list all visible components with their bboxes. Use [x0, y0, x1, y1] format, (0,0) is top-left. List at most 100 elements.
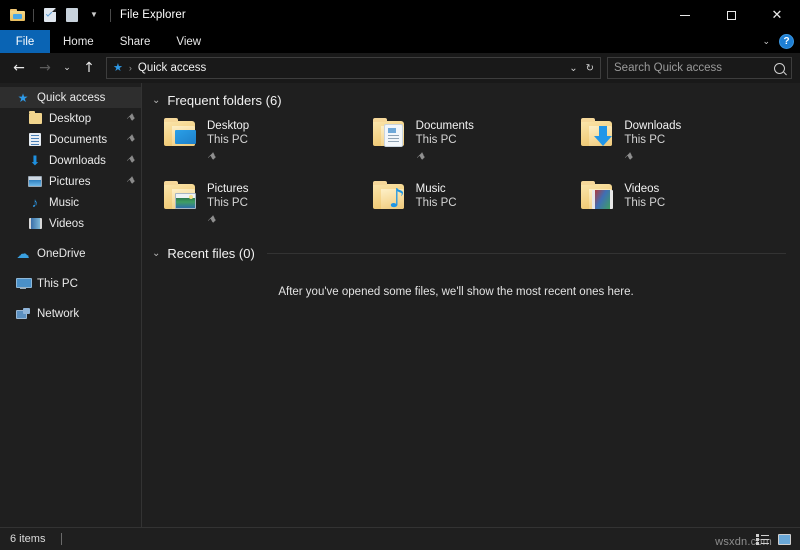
- recent-locations-icon[interactable]: ⌄: [58, 56, 76, 80]
- sidebar-item-label: Music: [49, 196, 80, 209]
- sidebar-item-downloads[interactable]: ⬇ Downloads ⚑: [0, 150, 141, 171]
- tab-file-label: File: [15, 35, 35, 48]
- onedrive-icon: ☁: [16, 246, 30, 261]
- sidebar-item-label: Desktop: [49, 112, 92, 125]
- sidebar-item-this-pc[interactable]: This PC: [0, 273, 141, 294]
- pictures-icon: [26, 176, 44, 187]
- chevron-down-icon[interactable]: ⌄: [152, 95, 160, 106]
- folder-tile-pictures[interactable]: Pictures This PC ⚑: [164, 181, 373, 228]
- frequent-folders-header[interactable]: ⌄ Frequent folders (6): [142, 93, 800, 108]
- monitor-overlay-icon: [175, 130, 196, 144]
- sidebar-item-label: This PC: [37, 277, 78, 290]
- sidebar-item-videos[interactable]: Videos: [0, 213, 141, 234]
- sidebar-item-pictures[interactable]: Pictures ⚑: [0, 171, 141, 192]
- folder-tile-music[interactable]: ♪ Music This PC: [372, 181, 582, 228]
- tab-file[interactable]: File: [0, 30, 50, 53]
- item-count: 6 items: [10, 533, 46, 545]
- sidebar-item-label: Quick access: [37, 91, 106, 104]
- section-title: Frequent folders (6): [167, 93, 282, 108]
- pictures-folder-icon: [164, 181, 198, 213]
- folder-location: This PC: [624, 197, 666, 209]
- folder-tile-documents[interactable]: Documents This PC ⚑: [372, 118, 582, 165]
- tab-share[interactable]: Share: [107, 30, 164, 53]
- forward-button[interactable]: →: [32, 56, 58, 80]
- search-input[interactable]: Search Quick access: [607, 57, 792, 79]
- large-icons-view-button[interactable]: [775, 531, 794, 548]
- refresh-icon[interactable]: ↻: [586, 63, 594, 74]
- chevron-down-icon[interactable]: ▼: [85, 6, 103, 24]
- folder-location: This PC: [415, 197, 457, 209]
- close-button[interactable]: ✕: [754, 0, 800, 30]
- folder-name: Desktop: [207, 120, 250, 132]
- recent-files-section: ⌄ Recent files (0) After you've opened s…: [142, 246, 800, 298]
- search-icon[interactable]: [774, 62, 785, 74]
- properties-icon[interactable]: [41, 6, 59, 24]
- sidebar-item-desktop[interactable]: Desktop ⚑: [0, 108, 141, 129]
- folder-icon[interactable]: [8, 6, 26, 24]
- music-icon: ♪: [31, 195, 39, 210]
- folder-name: Videos: [624, 183, 660, 195]
- this-pc-icon: [14, 278, 32, 289]
- pin-icon[interactable]: ⚑: [622, 150, 636, 164]
- sidebar-item-quick-access[interactable]: ★ Quick access: [0, 87, 141, 108]
- sidebar-item-documents[interactable]: Documents ⚑: [0, 129, 141, 150]
- tab-view-label: View: [176, 35, 202, 48]
- sidebar-item-music[interactable]: ♪ Music: [0, 192, 141, 213]
- minimize-button[interactable]: [662, 0, 708, 30]
- navigation-pane[interactable]: ★ Quick access Desktop ⚑ Documents ⚑ ⬇ D…: [0, 83, 142, 527]
- folder-tile-downloads[interactable]: Downloads This PC ⚑: [581, 118, 790, 165]
- file-explorer-window: ▼ File Explorer ✕ File Home Share View ⌄…: [0, 0, 800, 550]
- folder-location: This PC: [207, 197, 248, 209]
- status-divider: [61, 533, 63, 545]
- pin-icon[interactable]: ⚑: [204, 150, 218, 164]
- pin-icon[interactable]: ⚑: [204, 213, 218, 227]
- new-folder-icon[interactable]: [63, 6, 81, 24]
- pin-icon[interactable]: ⚑: [123, 153, 137, 167]
- chevron-down-icon[interactable]: ⌄: [569, 63, 577, 74]
- window-controls: ✕: [662, 0, 800, 30]
- documents-icon: [26, 133, 44, 146]
- toolbar-divider: [33, 8, 34, 22]
- recent-files-header[interactable]: ⌄ Recent files (0): [142, 246, 800, 261]
- up-button[interactable]: ↑: [76, 56, 102, 80]
- details-view-button[interactable]: [753, 531, 772, 548]
- videos-folder-icon: [581, 181, 615, 213]
- sidebar-item-label: Videos: [49, 217, 84, 230]
- downloads-icon: ⬇: [29, 153, 41, 168]
- status-bar: 6 items wsxdn.com: [0, 527, 800, 550]
- folder-tile-videos[interactable]: Videos This PC: [581, 181, 790, 228]
- breadcrumb[interactable]: ★ › Quick access ⌄ ↻: [106, 57, 601, 79]
- breadcrumb-actions: ⌄ ↻: [569, 63, 596, 74]
- maximize-button[interactable]: [708, 0, 754, 30]
- desktop-folder-icon: [164, 118, 198, 150]
- folder-name: Documents: [415, 120, 474, 132]
- folder-location: This PC: [415, 134, 457, 146]
- network-icon: [14, 307, 32, 320]
- content-pane: ⌄ Frequent folders (6) Desktop This PC ⚑: [142, 83, 800, 527]
- pin-icon[interactable]: ⚑: [123, 111, 137, 125]
- sidebar-item-onedrive[interactable]: ☁ OneDrive: [0, 243, 141, 264]
- folder-name: Music: [415, 183, 446, 195]
- pin-icon[interactable]: ⚑: [123, 132, 137, 146]
- help-icon[interactable]: ?: [779, 34, 794, 49]
- tab-view[interactable]: View: [163, 30, 214, 53]
- music-note-overlay-icon: ♪: [388, 184, 406, 214]
- tab-home[interactable]: Home: [50, 30, 107, 53]
- view-mode-buttons: [753, 531, 794, 548]
- chevron-down-icon[interactable]: ⌄: [762, 36, 770, 47]
- pin-icon[interactable]: ⚑: [123, 174, 137, 188]
- breadcrumb-separator: ›: [128, 63, 132, 73]
- folder-name: Downloads: [624, 120, 682, 132]
- pin-icon[interactable]: ⚑: [413, 150, 427, 164]
- sidebar-item-label: OneDrive: [37, 247, 86, 260]
- folder-tile-desktop[interactable]: Desktop This PC ⚑: [164, 118, 373, 165]
- explorer-body: ★ Quick access Desktop ⚑ Documents ⚑ ⬇ D…: [0, 83, 800, 527]
- sidebar-item-label: Pictures: [49, 175, 91, 188]
- chevron-down-icon[interactable]: ⌄: [152, 248, 160, 259]
- folder-name: Pictures: [207, 183, 249, 195]
- sidebar-item-network[interactable]: Network: [0, 303, 141, 324]
- back-button[interactable]: ←: [6, 56, 32, 80]
- documents-folder-icon: [372, 118, 407, 150]
